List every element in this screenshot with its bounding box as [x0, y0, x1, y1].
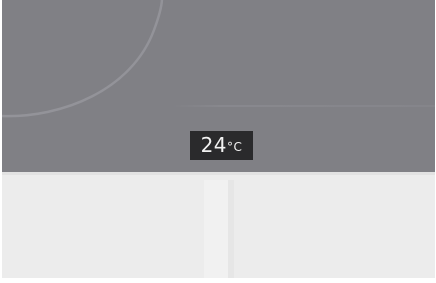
temperature-value: 24	[200, 133, 228, 157]
bottom-border	[0, 278, 436, 283]
temperature-unit: °C	[227, 140, 243, 154]
panel-divider	[228, 180, 234, 278]
lower-panel	[2, 172, 435, 278]
screen-frame: 24°C	[0, 0, 436, 283]
display-area: 24°C	[2, 0, 435, 172]
divider-line	[172, 105, 435, 107]
panel-top-edge	[2, 172, 435, 175]
temperature-badge: 24°C	[190, 131, 253, 160]
